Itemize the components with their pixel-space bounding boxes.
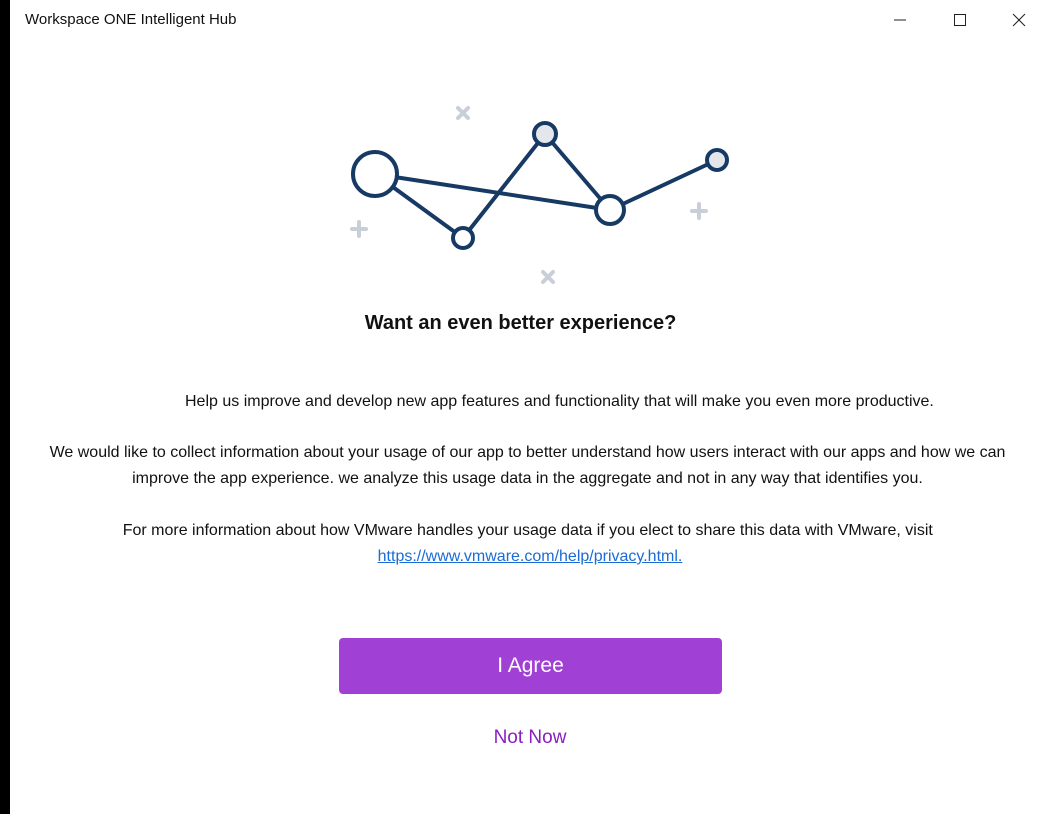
- network-node: [532, 121, 558, 147]
- window-title: Workspace ONE Intelligent Hub: [25, 11, 237, 28]
- page-heading: Want an even better experience?: [364, 312, 677, 334]
- privacy-paragraph: For more information about how VMware ha…: [50, 518, 1010, 570]
- intro-paragraph: Help us improve and develop new app feat…: [185, 393, 934, 410]
- maximize-icon: [954, 14, 966, 26]
- privacy-link[interactable]: https://www.vmware.com/help/privacy.html…: [378, 548, 683, 565]
- network-illustration: [350, 106, 729, 284]
- title-bar[interactable]: Workspace ONE Intelligent Hub: [10, 0, 1041, 40]
- minimize-button[interactable]: [870, 0, 930, 40]
- not-now-button[interactable]: Not Now: [430, 727, 630, 749]
- network-node: [705, 148, 729, 172]
- usage-paragraph: We would like to collect information abo…: [49, 444, 1006, 487]
- network-node: [594, 194, 626, 226]
- network-node: [351, 150, 399, 198]
- close-button[interactable]: [989, 0, 1041, 40]
- maximize-button[interactable]: [930, 0, 990, 40]
- close-icon: [1012, 13, 1026, 27]
- agree-button[interactable]: I Agree: [339, 638, 722, 694]
- privacy-text: For more information about how VMware ha…: [122, 522, 933, 539]
- app-window: Workspace ONE Intelligent Hub Want an ev…: [10, 0, 1041, 814]
- minimize-icon: [894, 19, 906, 21]
- network-node: [451, 226, 475, 250]
